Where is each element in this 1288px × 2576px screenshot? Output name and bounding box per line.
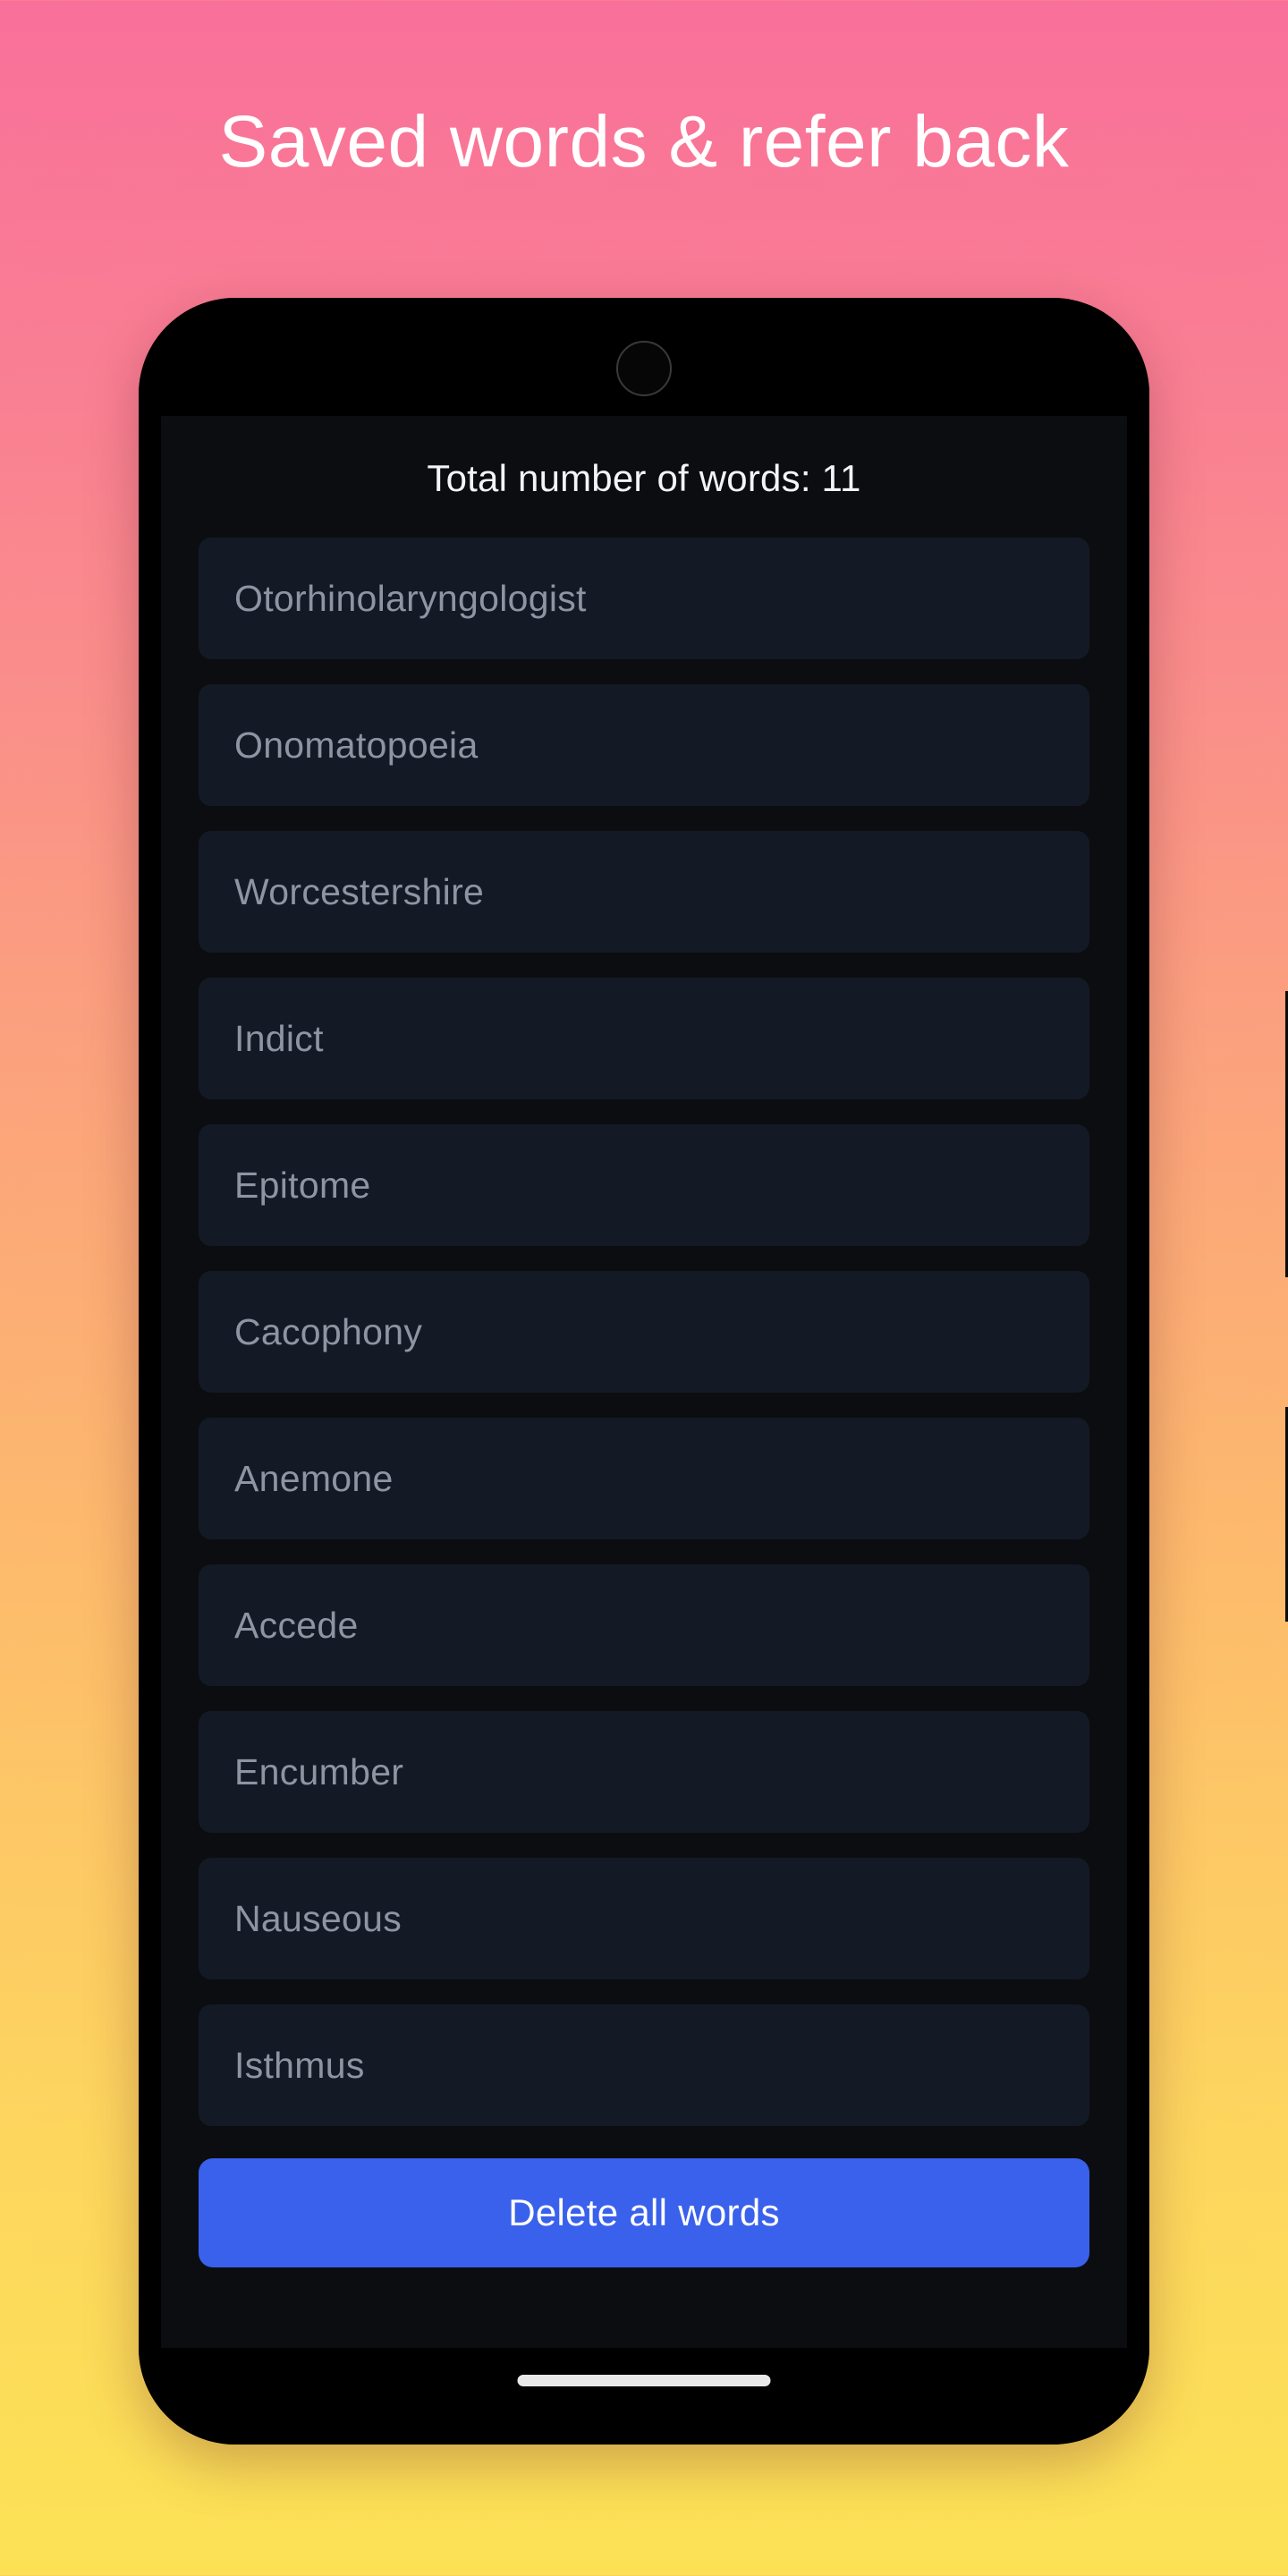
word-label: Worcestershire xyxy=(234,870,485,912)
camera-icon xyxy=(616,341,672,396)
list-item[interactable]: Cacophony xyxy=(199,1271,1089,1393)
list-item[interactable]: Accede xyxy=(199,1564,1089,1686)
word-label: Epitome xyxy=(234,1164,371,1206)
list-item[interactable]: Encumber xyxy=(199,1711,1089,1833)
saved-words-list: Otorhinolaryngologist Onomatopoeia Worce… xyxy=(161,538,1127,2126)
delete-all-words-button[interactable]: Delete all words xyxy=(199,2158,1089,2267)
word-label: Otorhinolaryngologist xyxy=(234,577,587,619)
word-label: Anemone xyxy=(234,1457,394,1499)
total-words-label: Total number of words: 11 xyxy=(427,457,861,499)
phone-top-bezel xyxy=(139,298,1149,416)
phone-frame: Total number of words: 11 Otorhinolaryng… xyxy=(139,298,1288,2445)
list-item[interactable]: Nauseous xyxy=(199,1858,1089,1979)
list-item[interactable]: Isthmus xyxy=(199,2004,1089,2126)
home-indicator[interactable] xyxy=(517,2375,771,2386)
word-label: Indict xyxy=(234,1017,324,1059)
word-label: Isthmus xyxy=(234,2044,365,2086)
list-item[interactable]: Otorhinolaryngologist xyxy=(199,538,1089,659)
list-item[interactable]: Anemone xyxy=(199,1418,1089,1539)
word-label: Nauseous xyxy=(234,1897,402,1939)
list-item[interactable]: Worcestershire xyxy=(199,831,1089,953)
word-label: Cacophony xyxy=(234,1310,423,1352)
word-label: Accede xyxy=(234,1604,359,1646)
list-item[interactable]: Indict xyxy=(199,978,1089,1099)
word-label: Onomatopoeia xyxy=(234,724,479,766)
word-label: Encumber xyxy=(234,1750,404,1792)
list-item[interactable]: Epitome xyxy=(199,1124,1089,1246)
page-title: Saved words & refer back xyxy=(218,101,1070,182)
list-item[interactable]: Onomatopoeia xyxy=(199,684,1089,806)
phone-screen: Total number of words: 11 Otorhinolaryng… xyxy=(161,416,1127,2348)
phone-bottom-bezel xyxy=(139,2348,1149,2445)
